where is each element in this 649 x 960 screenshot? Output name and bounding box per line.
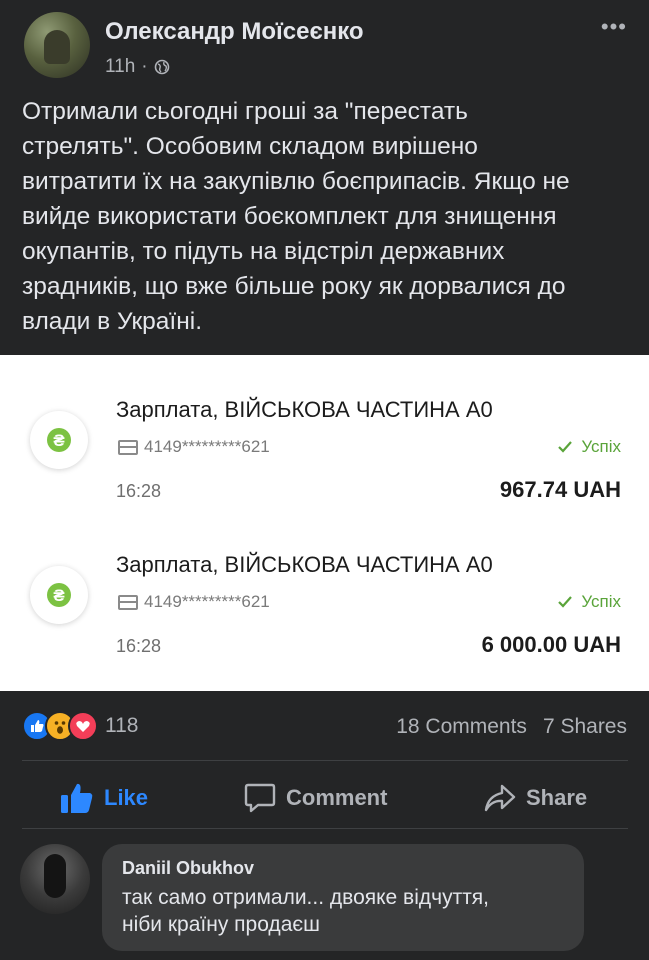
transactions-screenshot: ₴ Зарплата, ВІЙСЬКОВА ЧАСТИНА А0 4149***… bbox=[0, 355, 649, 691]
post-text: Отримали сьогодні гроші за "перестать ст… bbox=[22, 98, 570, 335]
transaction-item: ₴ Зарплата, ВІЙСЬКОВА ЧАСТИНА А0 4149***… bbox=[0, 530, 649, 680]
card-icon bbox=[118, 594, 138, 610]
transaction-status: Успіх bbox=[557, 592, 621, 612]
transaction-card: 4149*********621 bbox=[118, 592, 270, 612]
transaction-amount: 6 000.00 UAH bbox=[481, 632, 621, 657]
hryvnia-icon: ₴ bbox=[30, 411, 88, 469]
divider bbox=[22, 760, 628, 761]
transaction-item: ₴ Зарплата, ВІЙСЬКОВА ЧАСТИНА А0 4149***… bbox=[0, 375, 649, 525]
commenter-avatar[interactable] bbox=[20, 844, 90, 914]
share-icon bbox=[484, 784, 516, 811]
thumbs-up-icon bbox=[61, 783, 93, 813]
check-icon bbox=[558, 596, 573, 608]
commenter-name[interactable]: Daniil Obukhov bbox=[122, 858, 254, 879]
comments-count[interactable]: 18 Comments bbox=[396, 715, 527, 739]
like-label: Like bbox=[104, 784, 149, 810]
comment: Daniil Obukhov так само отримали... двоя… bbox=[0, 840, 649, 960]
like-button[interactable]: Like bbox=[60, 770, 148, 825]
check-icon bbox=[558, 441, 573, 453]
card-number: 4149*********621 bbox=[144, 437, 270, 456]
transaction-amount: 967.74 UAH bbox=[499, 477, 621, 502]
divider bbox=[22, 828, 628, 829]
transaction-time: 16:28 bbox=[116, 481, 162, 501]
post-actions: Like Comment Share bbox=[0, 770, 649, 825]
transaction-title: Зарплата, ВІЙСЬКОВА ЧАСТИНА А0 bbox=[116, 397, 493, 422]
comment-button[interactable]: Comment bbox=[244, 770, 387, 825]
comment-bubble: Daniil Obukhov так само отримали... двоя… bbox=[102, 844, 584, 951]
post-time[interactable]: 11h bbox=[105, 56, 135, 78]
transaction-time: 16:28 bbox=[116, 636, 162, 656]
shares-count[interactable]: 7 Shares bbox=[543, 715, 627, 739]
status-text: Успіх bbox=[581, 437, 621, 456]
author-name[interactable]: Олександр Моїсеєнко bbox=[105, 18, 364, 46]
transaction-card: 4149*********621 bbox=[118, 437, 270, 457]
post-meta: 11h · bbox=[105, 56, 170, 78]
post-stats: 118 18 Comments 7 Shares bbox=[0, 705, 649, 750]
globe-icon bbox=[154, 59, 169, 75]
meta-separator: · bbox=[141, 56, 148, 77]
share-label: Share bbox=[526, 784, 588, 810]
card-icon bbox=[118, 439, 138, 455]
comment-icon bbox=[244, 783, 276, 812]
comment-text: так само отримали... двояке відчуття, ні… bbox=[122, 886, 490, 936]
post-header: Олександр Моїсеєнко 11h · ••• bbox=[0, 0, 649, 90]
author-avatar[interactable] bbox=[24, 12, 90, 78]
share-button[interactable]: Share bbox=[484, 770, 587, 825]
transaction-status: Успіх bbox=[557, 437, 621, 457]
reactions-summary[interactable]: 118 bbox=[22, 711, 138, 741]
status-text: Успіх bbox=[581, 592, 621, 611]
love-reaction-icon bbox=[68, 711, 98, 741]
hryvnia-icon: ₴ bbox=[30, 566, 88, 624]
transaction-title: Зарплата, ВІЙСЬКОВА ЧАСТИНА А0 bbox=[116, 552, 493, 577]
engagement-counts: 18 Comments 7 Shares bbox=[396, 715, 627, 739]
more-options-icon[interactable]: ••• bbox=[601, 14, 627, 40]
reactions-count: 118 bbox=[105, 714, 139, 737]
comment-label: Comment bbox=[286, 784, 388, 810]
card-number: 4149*********621 bbox=[144, 592, 270, 611]
